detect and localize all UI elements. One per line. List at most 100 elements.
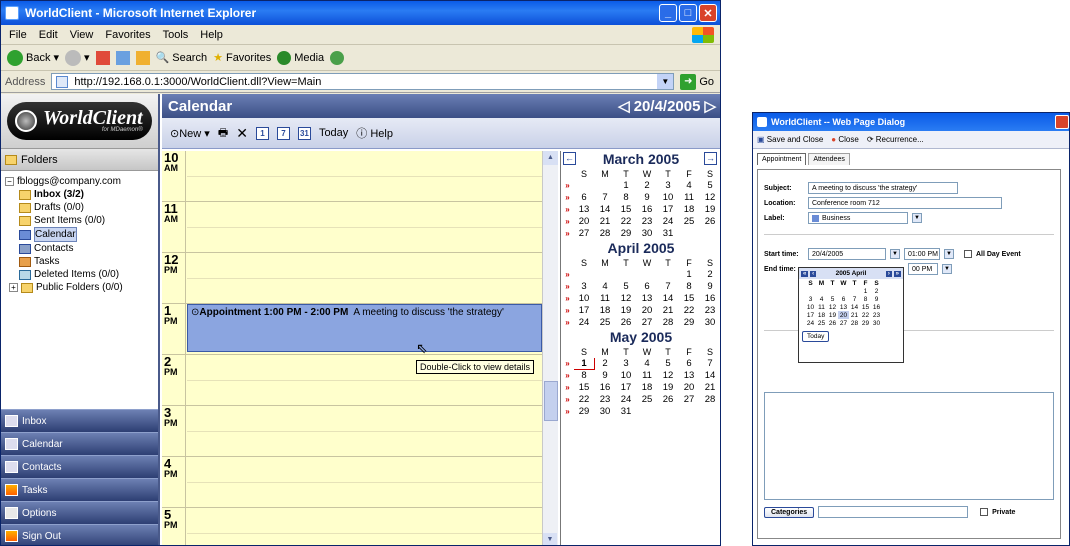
picker-day[interactable]: 22 — [860, 311, 871, 319]
calendar-day[interactable]: 28 — [595, 228, 616, 240]
menu-help[interactable]: Help — [200, 29, 223, 41]
calendar-day[interactable]: 17 — [574, 305, 595, 317]
calendar-day[interactable]: 16 — [595, 382, 616, 394]
all-day-checkbox[interactable] — [963, 250, 972, 258]
forward-button[interactable]: ▾ — [65, 49, 90, 66]
calendar-day[interactable]: 5 — [658, 358, 679, 370]
nav-options[interactable]: Options — [1, 501, 158, 524]
calendar-day[interactable]: 21 — [595, 216, 616, 228]
today-button[interactable]: Today — [319, 127, 348, 139]
search-button[interactable]: 🔍 Search — [156, 51, 208, 65]
calendar-day[interactable]: 12 — [700, 192, 721, 204]
picker-day[interactable]: 4 — [816, 295, 827, 303]
chevron-down-icon[interactable]: ▼ — [657, 74, 674, 89]
calendar-day[interactable]: 24 — [616, 394, 637, 406]
prev-year-icon[interactable]: « — [801, 271, 809, 277]
calendar-day[interactable]: 5 — [616, 281, 637, 293]
calendar-day[interactable]: 31 — [658, 228, 679, 240]
dialog-close-icon[interactable] — [1055, 115, 1069, 129]
calendar-day[interactable]: 7 — [595, 192, 616, 204]
calendar-day[interactable]: 15 — [679, 293, 700, 305]
tab-attendees[interactable]: Attendees — [808, 153, 850, 165]
calendar-day[interactable]: 4 — [679, 180, 700, 192]
calendar-day[interactable]: 7 — [700, 358, 721, 370]
picker-day[interactable]: 19 — [827, 311, 838, 319]
week-select-icon[interactable]: » — [562, 382, 574, 394]
nav-inbox[interactable]: Inbox — [1, 409, 158, 432]
folder-sent[interactable]: Sent Items (0/0) — [5, 214, 154, 227]
menu-tools[interactable]: Tools — [163, 29, 189, 41]
picker-day[interactable]: 25 — [816, 319, 827, 327]
calendar-day[interactable]: 3 — [658, 180, 679, 192]
calendar-day[interactable]: 26 — [700, 216, 721, 228]
label-select[interactable]: Business — [808, 212, 908, 224]
calendar-day[interactable]: 30 — [637, 228, 658, 240]
week-select-icon[interactable]: » — [562, 394, 574, 406]
week-select-icon[interactable]: » — [562, 180, 574, 192]
calendar-day[interactable]: 9 — [637, 192, 658, 204]
start-date-input[interactable]: 20/4/2005 — [808, 248, 886, 260]
calendar-day[interactable]: 2 — [700, 269, 721, 281]
week-select-icon[interactable]: » — [562, 204, 574, 216]
picker-day[interactable]: 7 — [849, 295, 860, 303]
calendar-day[interactable]: 6 — [679, 358, 700, 370]
calendar-day[interactable]: 22 — [574, 394, 595, 406]
nav-sign-out[interactable]: Sign Out — [1, 524, 158, 545]
calendar-day[interactable]: 23 — [637, 216, 658, 228]
folder-drafts[interactable]: Drafts (0/0) — [5, 201, 154, 214]
picker-today-button[interactable]: Today — [802, 331, 830, 342]
calendar-day[interactable]: 6 — [574, 192, 595, 204]
hour-slot[interactable]: 10 AM — [162, 151, 542, 202]
calendar-day[interactable]: 21 — [658, 305, 679, 317]
chevron-down-icon[interactable]: ▼ — [944, 249, 954, 259]
month-view-button[interactable]: 31 — [297, 126, 311, 140]
picker-day[interactable]: 11 — [816, 303, 827, 311]
calendar-day[interactable]: 14 — [595, 204, 616, 216]
picker-day[interactable]: 12 — [827, 303, 838, 311]
calendar-day[interactable]: 28 — [658, 317, 679, 329]
week-select-icon[interactable]: » — [562, 269, 574, 281]
picker-day[interactable]: 10 — [805, 303, 816, 311]
chevron-down-icon[interactable]: ▼ — [942, 264, 952, 274]
calendar-day[interactable]: 24 — [658, 216, 679, 228]
location-input[interactable]: Conference room 712 — [808, 197, 1002, 209]
favorites-button[interactable]: ★ Favorites — [213, 51, 271, 65]
calendar-day[interactable]: 4 — [595, 281, 616, 293]
calendar-day[interactable]: 19 — [616, 305, 637, 317]
day-view-button[interactable]: 1 — [255, 126, 269, 140]
calendar-day[interactable]: 26 — [658, 394, 679, 406]
calendar-day[interactable]: 7 — [658, 281, 679, 293]
appointment-block[interactable]: ⊙Appointment 1:00 PM - 2:00 PM A meeting… — [187, 304, 542, 352]
calendar-day[interactable]: 6 — [637, 281, 658, 293]
calendar-day[interactable]: 9 — [595, 370, 616, 382]
calendar-day[interactable]: 9 — [700, 281, 721, 293]
calendar-day[interactable]: 26 — [616, 317, 637, 329]
calendar-day[interactable]: 30 — [700, 317, 721, 329]
calendar-day[interactable]: 13 — [637, 293, 658, 305]
next-month-icon[interactable]: → — [704, 152, 717, 165]
picker-day[interactable]: 2 — [871, 287, 882, 295]
hour-slot[interactable]: 4 PM — [162, 457, 542, 508]
folder-public[interactable]: + Public Folders (0/0) — [5, 281, 154, 294]
chevron-down-icon[interactable]: ▼ — [912, 213, 922, 223]
picker-day[interactable]: 30 — [871, 319, 882, 327]
expand-icon[interactable]: + — [9, 283, 18, 292]
calendar-day[interactable]: 16 — [700, 293, 721, 305]
nav-tasks[interactable]: Tasks — [1, 478, 158, 501]
calendar-day[interactable]: 3 — [616, 358, 637, 370]
close-button[interactable]: ✕ — [699, 4, 717, 22]
calendar-day[interactable]: 13 — [679, 370, 700, 382]
week-select-icon[interactable]: » — [562, 192, 574, 204]
calendar-day[interactable]: 31 — [616, 406, 637, 418]
calendar-day[interactable]: 10 — [616, 370, 637, 382]
picker-day[interactable]: 13 — [838, 303, 849, 311]
calendar-day[interactable]: 4 — [637, 358, 658, 370]
calendar-day[interactable]: 10 — [658, 192, 679, 204]
calendar-day[interactable]: 14 — [658, 293, 679, 305]
calendar-day[interactable]: 23 — [595, 394, 616, 406]
picker-day[interactable]: 3 — [805, 295, 816, 303]
calendar-day[interactable]: 10 — [574, 293, 595, 305]
save-and-close-button[interactable]: ▣ Save and Close — [757, 135, 823, 144]
picker-day[interactable]: 1 — [860, 287, 871, 295]
calendar-day[interactable]: 11 — [679, 192, 700, 204]
